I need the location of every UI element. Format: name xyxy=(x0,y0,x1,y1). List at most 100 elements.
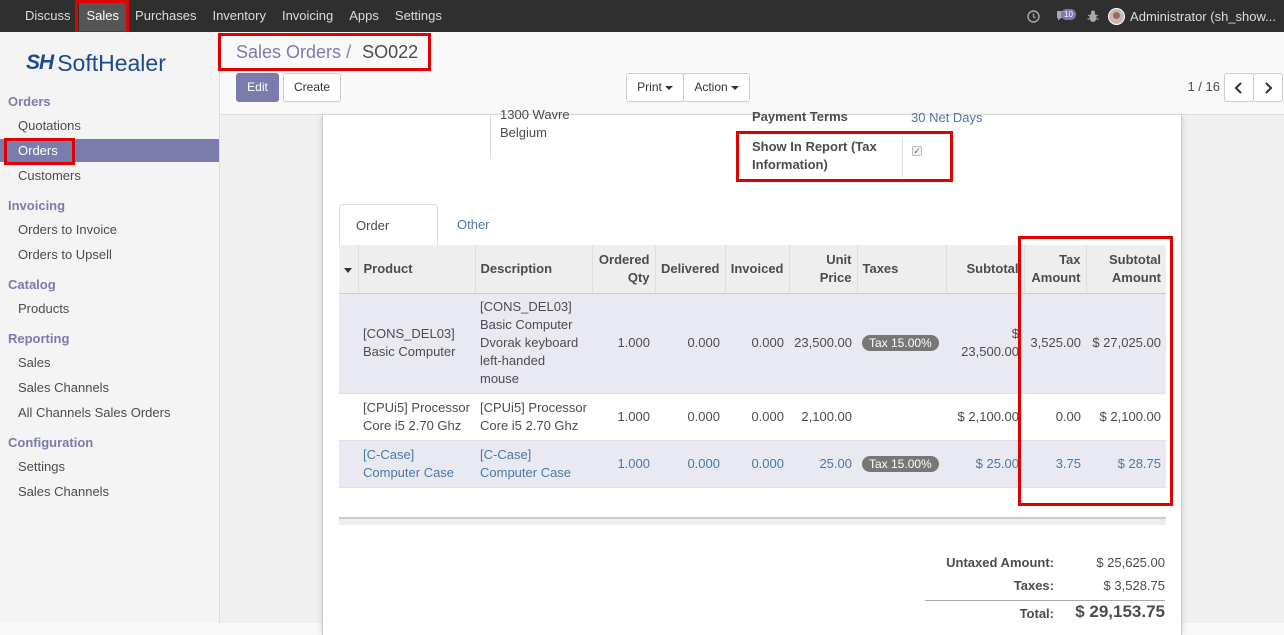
address-line2: Belgium xyxy=(500,125,547,140)
breadcrumb-parent[interactable]: Sales Orders xyxy=(236,42,341,62)
totals-divider xyxy=(925,600,1165,601)
bug-icon[interactable] xyxy=(1078,0,1108,32)
sort-caret-icon xyxy=(344,267,353,273)
section-catalog: Catalog xyxy=(8,277,56,292)
message-count-badge: 10 xyxy=(1061,9,1076,20)
sidebar-item-orders-to-upsell[interactable]: Orders to Upsell xyxy=(0,243,219,266)
cell-subtotal-amount: $ 2,100.00 xyxy=(1086,393,1166,441)
menu-sales[interactable]: Sales xyxy=(78,0,128,32)
sidebar-item-all-channels-sales-orders[interactable]: All Channels Sales Orders xyxy=(0,401,219,424)
menu-discuss[interactable]: Discuss xyxy=(17,0,79,32)
sidebar-item-reporting-sales[interactable]: Sales xyxy=(0,351,219,374)
cell-taxes: Tax 15.00% xyxy=(857,293,946,394)
col-product[interactable]: Product xyxy=(357,245,475,294)
print-dropdown[interactable]: Print xyxy=(626,73,684,102)
cell-subtotal-amount: $ 27,025.00 xyxy=(1086,293,1166,394)
sidebar-item-config-sales-channels[interactable]: Sales Channels xyxy=(0,480,219,503)
cell-unit-price: 2,100.00 xyxy=(789,393,857,441)
col-subtotal[interactable]: Subtotal xyxy=(945,245,1024,294)
section-orders: Orders xyxy=(8,94,51,109)
customer-address: 1300 Wavre Belgium xyxy=(490,107,570,158)
sidebar-item-orders[interactable]: Orders xyxy=(0,139,219,162)
col-description[interactable]: Description xyxy=(474,245,592,294)
payment-terms-value[interactable]: 30 Net Days xyxy=(911,110,983,125)
cell-subtotal-amount: $ 28.75 xyxy=(1086,440,1166,488)
show-in-report-label: Show In Report (Tax Information) xyxy=(752,139,877,172)
breadcrumb-separator: / xyxy=(346,42,352,62)
caret-down-icon xyxy=(664,85,673,90)
cell-subtotal: $ 2,100.00 xyxy=(946,393,1024,441)
table-header: Product Description Ordered Qty Delivere… xyxy=(339,245,1166,294)
app-menu: Discuss Sales Purchases Inventory Invoic… xyxy=(0,0,450,32)
action-dropdown[interactable]: Action xyxy=(683,73,750,102)
col-invoiced[interactable]: Invoiced xyxy=(724,245,789,294)
table-row[interactable]: [C-Case] Computer Case [C-Case] Computer… xyxy=(339,440,1166,488)
menu-purchases[interactable]: Purchases xyxy=(127,0,204,32)
col-tax-amount[interactable]: Tax Amount xyxy=(1023,245,1086,294)
edit-button[interactable]: Edit xyxy=(236,73,279,102)
sidebar-item-customers[interactable]: Customers xyxy=(0,164,219,187)
sort-toggle[interactable] xyxy=(339,245,358,294)
chevron-left-icon xyxy=(1234,82,1242,94)
pager-previous-button[interactable] xyxy=(1224,73,1254,102)
menu-invoicing[interactable]: Invoicing xyxy=(274,0,341,32)
col-subtotal-amount[interactable]: Subtotal Amount xyxy=(1085,245,1166,294)
cell-invoiced: 0.000 xyxy=(725,440,789,488)
avatar xyxy=(1108,7,1126,25)
tab-order-lines[interactable]: Order Lines xyxy=(339,204,438,275)
sidebar: SH SoftHealer Orders Quotations Orders C… xyxy=(0,32,220,623)
table-row[interactable]: [CONS_DEL03] Basic Computer [CONS_DEL03]… xyxy=(339,293,1166,394)
col-delivered[interactable]: Delivered xyxy=(654,245,725,294)
breadcrumb: Sales Orders / SO022 xyxy=(236,42,418,63)
untaxed-amount-label: Untaxed Amount: xyxy=(946,555,1054,570)
col-unit-price[interactable]: Unit Price xyxy=(788,245,857,294)
cell-description: [CPUi5] Processor Core i5 2.70 Ghz xyxy=(475,393,592,441)
show-in-report-checkbox[interactable]: ✓ xyxy=(912,146,922,156)
cell-delivered: 0.000 xyxy=(655,293,725,394)
chat-icon[interactable]: 10 xyxy=(1048,0,1078,32)
total-value: $ 29,153.75 xyxy=(1075,602,1165,621)
cell-unit-price: 23,500.00 xyxy=(789,293,857,394)
tab-other-information[interactable]: Other Information xyxy=(441,204,538,274)
menu-inventory[interactable]: Inventory xyxy=(204,0,273,32)
table-row[interactable]: [CPUi5] Processor Core i5 2.70 Ghz [CPUi… xyxy=(339,393,1166,441)
menu-settings[interactable]: Settings xyxy=(387,0,450,32)
sidebar-item-products[interactable]: Products xyxy=(0,297,219,320)
form-view: 1300 Wavre Belgium Payment Terms 30 Net … xyxy=(220,107,1284,635)
pager-next-button[interactable] xyxy=(1253,73,1283,102)
sidebar-item-quotations[interactable]: Quotations xyxy=(0,114,219,137)
chevron-right-icon xyxy=(1265,82,1273,94)
create-button[interactable]: Create xyxy=(283,73,341,102)
address-line1: 1300 Wavre xyxy=(500,107,570,122)
pager-value: 1 / 16 xyxy=(1187,79,1220,94)
main-content: Sales Orders / SO022 Edit Create Print A… xyxy=(220,32,1284,635)
cell-product: [C-Case] Computer Case xyxy=(358,440,475,488)
section-invoicing: Invoicing xyxy=(8,198,66,213)
cell-product: [CONS_DEL03] Basic Computer xyxy=(358,293,475,394)
systray: 10 Administrator (sh_show... xyxy=(1018,0,1284,32)
cell-qty: 1.000 xyxy=(592,293,655,394)
caret-down-icon xyxy=(730,85,739,90)
top-navbar: Discuss Sales Purchases Inventory Invoic… xyxy=(0,0,1284,32)
section-configuration: Configuration xyxy=(8,435,94,450)
tax-tag: Tax 15.00% xyxy=(862,455,939,472)
user-menu[interactable]: Administrator (sh_show... xyxy=(1108,7,1284,25)
menu-apps[interactable]: Apps xyxy=(341,0,387,32)
form-sheet: 1300 Wavre Belgium Payment Terms 30 Net … xyxy=(322,107,1182,635)
cell-delivered: 0.000 xyxy=(655,393,725,441)
col-ordered-qty[interactable]: Ordered Qty xyxy=(591,245,655,294)
cell-subtotal: $ 23,500.00 xyxy=(946,293,1024,394)
cell-taxes: Tax 15.00% xyxy=(857,440,946,488)
untaxed-amount-value: $ 25,625.00 xyxy=(1096,555,1165,570)
cell-description: [CONS_DEL03] Basic Computer Dvorak keybo… xyxy=(475,293,592,394)
table-footer-bar xyxy=(339,517,1166,525)
cell-tax-amount: 3.75 xyxy=(1024,440,1086,488)
sidebar-item-settings[interactable]: Settings xyxy=(0,455,219,478)
field-divider xyxy=(902,137,903,177)
clock-icon[interactable] xyxy=(1018,0,1048,32)
cell-taxes xyxy=(857,393,946,441)
sidebar-item-reporting-sales-channels[interactable]: Sales Channels xyxy=(0,376,219,399)
col-taxes[interactable]: Taxes xyxy=(856,245,946,294)
sidebar-item-orders-to-invoice[interactable]: Orders to Invoice xyxy=(0,218,219,241)
breadcrumb-current: SO022 xyxy=(362,42,419,62)
